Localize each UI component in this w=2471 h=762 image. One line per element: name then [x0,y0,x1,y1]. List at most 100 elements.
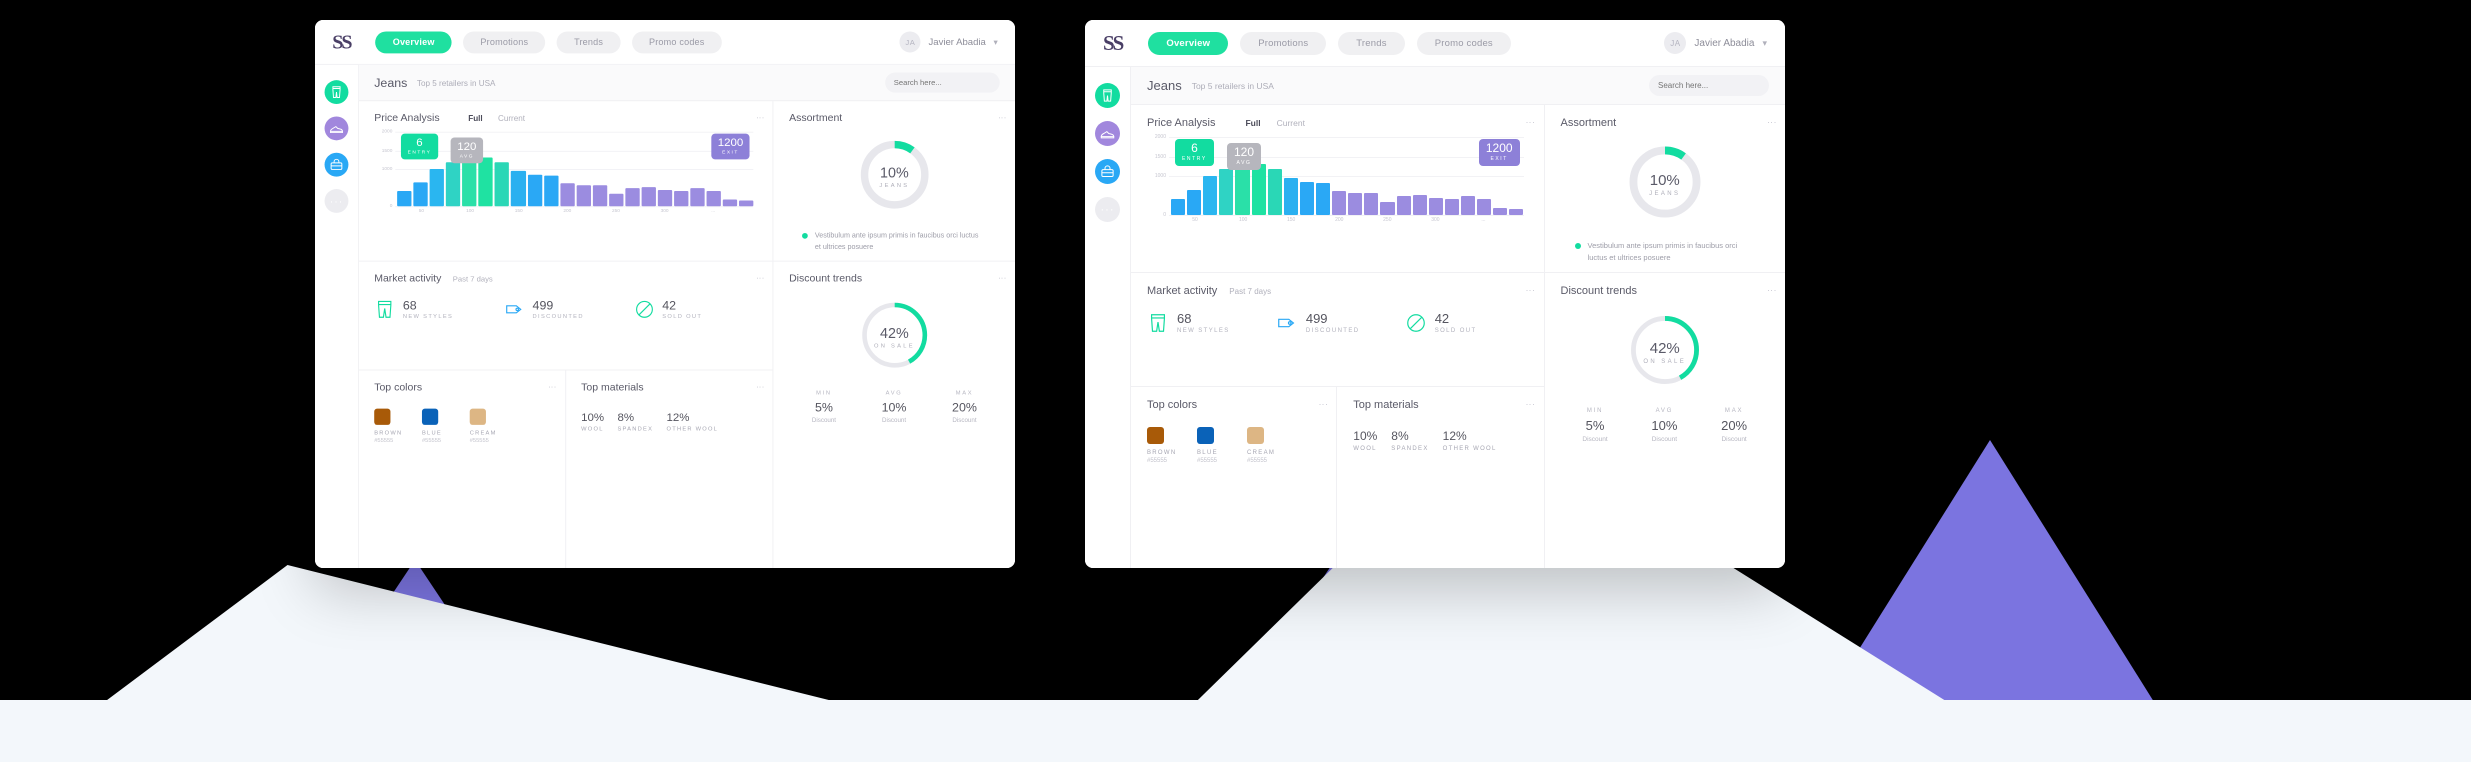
chart-x-tick: 300 [1431,217,1440,223]
user-menu[interactable]: JA Javier Abadia ▾ [1664,32,1767,54]
discount-trends-title: Discount trends [1560,285,1637,297]
stat-key: MIN [1586,408,1604,414]
assortment-label: JEANS [879,183,910,190]
sidebar-item-more[interactable]: ··· [1095,197,1120,222]
metric-caption: SOLD OUT [662,314,703,320]
stat-unit: Discount [1721,436,1747,443]
tab-overview[interactable]: Overview [1148,31,1229,55]
metric-value: 42 [1434,311,1450,326]
tab-overview[interactable]: Overview [375,30,452,53]
kebab-menu-icon[interactable]: ⋮ [1318,400,1328,409]
color-hex: #55555 [374,438,394,445]
user-menu[interactable]: JA Javier Abadia ▾ [899,31,998,53]
color-swatch-item[interactable]: CREAM #55555 [469,408,502,444]
avg-price-value: 120 [1234,145,1255,159]
stat-max: MAX 20% Discount [952,391,977,424]
stat-value: 20% [952,400,977,415]
kebab-menu-icon[interactable]: ⋮ [756,383,766,392]
color-swatch-item[interactable]: CREAM #55555 [1247,427,1281,464]
segment-current[interactable]: Current [1277,118,1305,128]
avg-price-value: 120 [457,139,477,153]
color-swatch-item[interactable]: BROWN #55555 [374,408,406,445]
kebab-menu-icon[interactable]: ⋮ [998,114,1008,123]
color-swatch-item[interactable]: BLUE #55555 [421,408,454,444]
exit-price-value: 1200 [1485,141,1513,155]
sidebar-item-bags[interactable] [1095,159,1120,184]
chart-bar [1283,177,1298,215]
color-chip [421,408,439,425]
kebab-menu-icon[interactable]: ⋮ [1767,286,1777,295]
chart-bar [739,200,754,207]
kebab-menu-icon[interactable]: ⋮ [1526,286,1536,295]
color-swatch-item[interactable]: BROWN #55555 [1147,427,1181,464]
material-name: WOOL [581,426,604,433]
color-chip [1197,427,1214,444]
tab-promo-codes[interactable]: Promo codes [1416,31,1511,55]
discount-label: ON SALE [873,343,915,350]
kebab-menu-icon[interactable]: ⋮ [1526,118,1536,127]
kebab-menu-icon[interactable]: ⋮ [998,274,1008,283]
metric-sold-out: 42 SOLD OUT [1405,311,1528,334]
user-name: Javier Abadia [928,36,986,48]
assortment-label: JEANS [1649,191,1681,197]
stat-value: 5% [1585,418,1605,433]
avg-price-pill: 120 AVG [1227,143,1262,170]
segment-full[interactable]: Full [468,114,482,124]
color-swatches: BROWN #55555 BLUE #55555 CREAM #55555 [374,408,549,445]
chevron-down-icon[interactable]: ▾ [1762,38,1767,49]
segment-full[interactable]: Full [1245,118,1260,128]
color-swatch-item[interactable]: BLUE #55555 [1197,427,1231,464]
kebab-menu-icon[interactable]: ⋮ [548,383,558,392]
stat-key: AVG [885,390,903,397]
sidebar-item-jeans[interactable] [324,80,349,105]
top-bar: SS Overview Promotions Trends Promo code… [1085,20,1785,67]
material-pct: 12% [1442,429,1467,443]
color-name: CREAM [469,430,497,437]
metric-caption: NEW STYLES [402,314,454,320]
kebab-menu-icon[interactable]: ⋮ [756,114,766,123]
tab-trends[interactable]: Trends [1338,31,1405,55]
sidebar-item-jeans[interactable] [1095,83,1120,108]
chart-y-tick: 0 [1163,212,1166,218]
metric-value: 42 [662,297,677,313]
tab-promo-codes[interactable]: Promo codes [631,30,722,53]
market-activity-title: Market activity [1147,285,1218,297]
avg-price-label: AVG [459,153,475,160]
chart-y-tick: 1000 [381,166,393,172]
sidebar-item-shoes[interactable] [324,116,349,141]
tab-trends[interactable]: Trends [556,30,621,53]
tab-promotions[interactable]: Promotions [1240,31,1327,55]
kebab-menu-icon[interactable]: ⋮ [1767,118,1777,127]
assortment-donut-chart: 10% JEANS [857,137,931,216]
search-input[interactable] [893,78,999,87]
color-name: CREAM [1247,450,1276,456]
tab-promotions[interactable]: Promotions [463,30,546,53]
discount-donut-chart: 42% ON SALE [857,298,931,377]
chart-bar [641,187,656,207]
segment-current[interactable]: Current [498,114,525,124]
discount-value: 42% [880,325,909,342]
app-logo[interactable]: SS [1103,31,1124,56]
kebab-menu-icon[interactable]: ⋮ [1526,400,1536,409]
kebab-menu-icon[interactable]: ⋮ [756,274,766,283]
search-box[interactable] [1649,75,1769,96]
material-name: SPANDEX [1391,446,1429,452]
app-logo[interactable]: SS [332,30,352,54]
avatar: JA [1664,32,1687,54]
search-box[interactable] [885,72,1000,93]
sidebar-item-more[interactable]: ··· [324,189,349,213]
no-entry-icon [635,300,653,318]
chart-x-tick: 300 [660,208,669,214]
search-input[interactable] [1658,81,1768,90]
chart-bar [543,176,559,207]
stat-avg: AVG 10% Discount [1651,408,1677,443]
exit-price-pill: 1200 EXIT [711,133,750,160]
discount-stats: MIN 5% Discount AVG 10% Discount MAX 20%… [789,391,1000,424]
stat-unit: Discount [1582,436,1608,443]
chevron-down-icon[interactable]: ▾ [993,37,997,48]
sidebar-item-bags[interactable] [324,152,349,177]
price-analysis-panel: Price Analysis Full Current ⋮ 2000 1500 10… [1131,105,1544,273]
color-chip [1147,427,1164,444]
metric-discounted: 499 DISCOUNTED [504,298,628,320]
sidebar-item-shoes[interactable] [1095,121,1120,146]
